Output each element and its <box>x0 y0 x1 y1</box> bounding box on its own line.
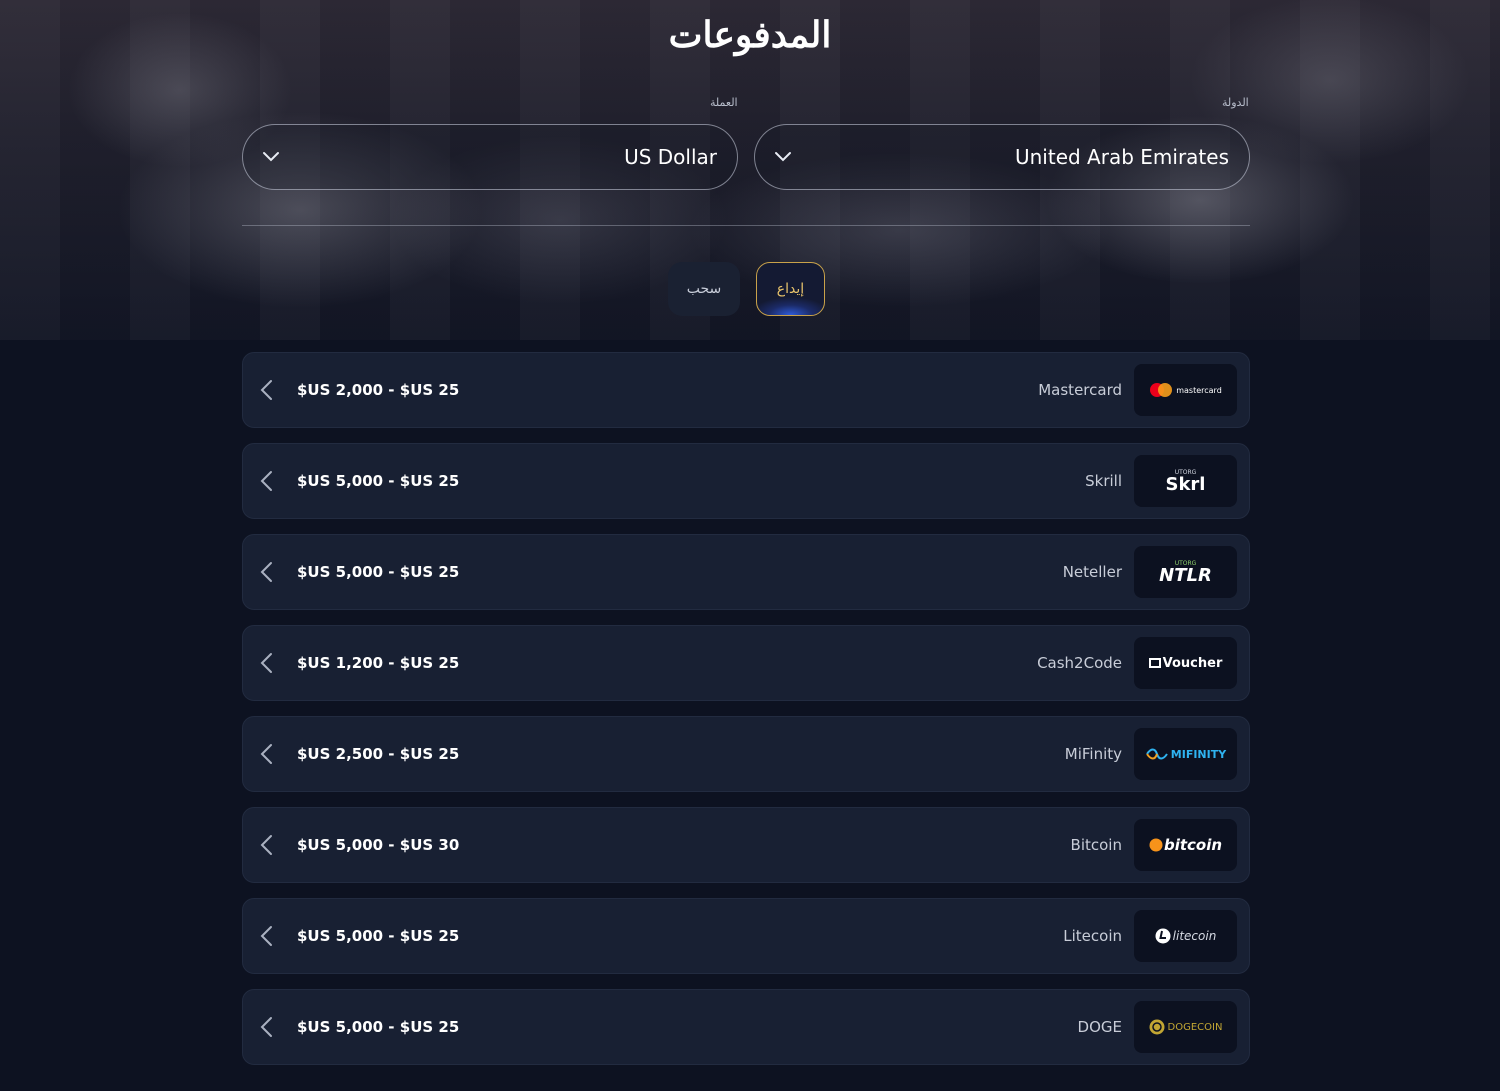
method-limits: $US 5,000 - $US 30 <box>297 836 460 854</box>
divider <box>242 225 1250 226</box>
method-limits: $US 5,000 - $US 25 <box>297 927 460 945</box>
voucher-logo: Voucher <box>1134 637 1237 689</box>
chevron-left-icon <box>257 469 275 493</box>
chevron-down-icon <box>773 147 793 167</box>
method-limits: $US 5,000 - $US 25 <box>297 472 460 490</box>
neteller-logo: UTORG NTLR <box>1134 546 1237 598</box>
litecoin-logo: litecoin <box>1134 910 1237 962</box>
payment-method-bitcoin[interactable]: $US 5,000 - $US 30 Bitcoin bitcoin <box>242 807 1250 883</box>
chevron-left-icon <box>257 560 275 584</box>
payment-method-skrill[interactable]: $US 5,000 - $US 25 Skrill UTORG Skrl <box>242 443 1250 519</box>
chevron-left-icon <box>257 833 275 857</box>
method-name: Neteller <box>1062 563 1122 581</box>
method-limits: $US 2,500 - $US 25 <box>297 745 460 763</box>
method-name: Cash2Code <box>1037 654 1122 672</box>
bitcoin-logo: bitcoin <box>1134 819 1237 871</box>
payment-method-mifinity[interactable]: $US 2,500 - $US 25 MiFinity MIFINITY <box>242 716 1250 792</box>
currency-select[interactable]: US Dollar <box>242 124 738 190</box>
chevron-left-icon <box>257 742 275 766</box>
method-name: Litecoin <box>1063 927 1122 945</box>
mastercard-logo: mastercard <box>1134 364 1237 416</box>
payment-method-neteller[interactable]: $US 5,000 - $US 25 Neteller UTORG NTLR <box>242 534 1250 610</box>
page-title: المدفوعات <box>668 14 832 56</box>
method-limits: $US 2,000 - $US 25 <box>297 381 460 399</box>
tab-withdraw[interactable]: سحب <box>668 262 740 316</box>
payment-method-doge[interactable]: $US 5,000 - $US 25 DOGE DOGECOIN <box>242 989 1250 1065</box>
dogecoin-logo: DOGECOIN <box>1134 1001 1237 1053</box>
method-limits: $US 5,000 - $US 25 <box>297 563 460 581</box>
method-name: Bitcoin <box>1070 836 1122 854</box>
mifinity-logo: MIFINITY <box>1134 728 1237 780</box>
country-value: United Arab Emirates <box>1014 145 1229 169</box>
chevron-left-icon <box>257 378 275 402</box>
currency-value: US Dollar <box>624 145 717 169</box>
chevron-left-icon <box>257 651 275 675</box>
tab-deposit[interactable]: إيداع <box>756 262 825 316</box>
method-limits: $US 5,000 - $US 25 <box>297 1018 460 1036</box>
method-name: Skrill <box>1085 472 1122 490</box>
skrill-logo: UTORG Skrl <box>1134 455 1237 507</box>
method-name: MiFinity <box>1064 745 1122 763</box>
country-select[interactable]: United Arab Emirates <box>754 124 1250 190</box>
payment-method-cash2code[interactable]: $US 1,200 - $US 25 Cash2Code Voucher <box>242 625 1250 701</box>
payment-method-mastercard[interactable]: $US 2,000 - $US 25 Mastercard mastercard <box>242 352 1250 428</box>
method-limits: $US 1,200 - $US 25 <box>297 654 460 672</box>
method-name: DOGE <box>1077 1018 1122 1036</box>
currency-label: العملة <box>710 96 738 109</box>
country-label: الدولة <box>1222 96 1249 109</box>
payment-method-litecoin[interactable]: $US 5,000 - $US 25 Litecoin litecoin <box>242 898 1250 974</box>
method-name: Mastercard <box>1038 381 1122 399</box>
chevron-left-icon <box>257 1015 275 1039</box>
chevron-down-icon <box>261 147 281 167</box>
chevron-left-icon <box>257 924 275 948</box>
